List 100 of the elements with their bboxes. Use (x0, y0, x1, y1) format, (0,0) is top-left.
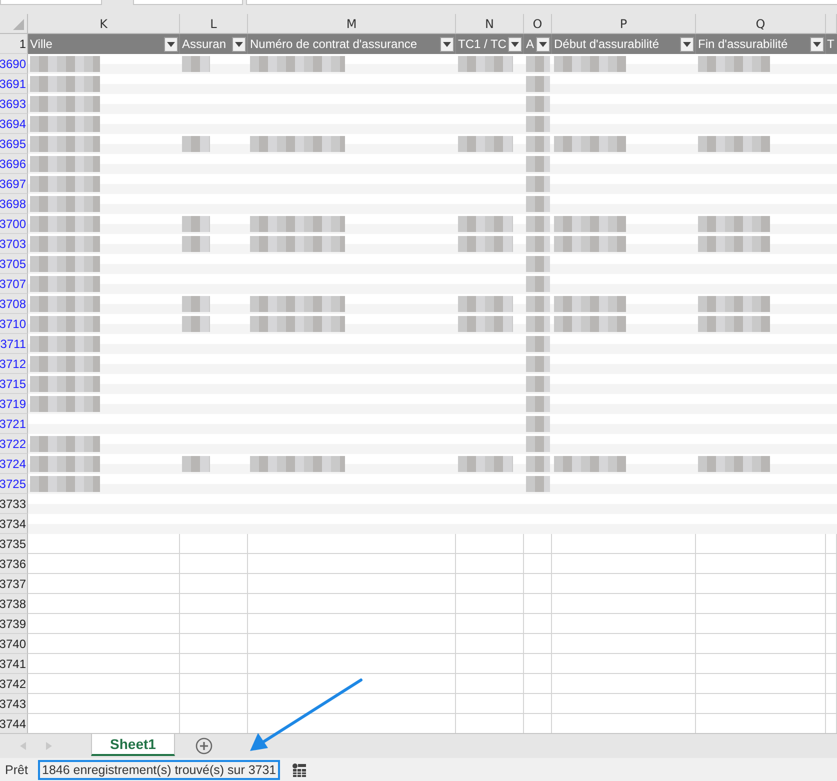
row-number[interactable]: 3700 (0, 214, 28, 234)
table-cell (180, 654, 248, 674)
row-number[interactable]: 3721 (0, 414, 28, 434)
table-cell (180, 614, 248, 634)
table-cell (524, 614, 552, 634)
caret-down-icon (813, 42, 821, 46)
filter-dropdown-button[interactable] (508, 36, 522, 52)
column-header-label: A (526, 37, 534, 51)
filter-dropdown-button[interactable] (232, 36, 246, 52)
table-cell (180, 554, 248, 574)
row-number[interactable]: 3734 (0, 514, 28, 534)
table-cell (456, 554, 524, 574)
row-number[interactable]: 3743 (0, 694, 28, 714)
row-number[interactable]: 3698 (0, 194, 28, 214)
column-header-label: Assuran (182, 37, 226, 51)
column-letter-header[interactable]: P (552, 14, 696, 33)
column-letter-header[interactable]: K (28, 14, 180, 33)
table-cell (456, 614, 524, 634)
column-letter-header[interactable]: O (524, 14, 552, 33)
row-number[interactable]: 3737 (0, 574, 28, 594)
column-header-label: T (827, 37, 834, 51)
column-letter-header[interactable]: L (180, 14, 248, 33)
table-cell (456, 534, 524, 554)
table-cell (524, 654, 552, 674)
row-number[interactable]: 3712 (0, 354, 28, 374)
row-number[interactable]: 3705 (0, 254, 28, 274)
status-mode: Prêt (5, 762, 29, 776)
filter-dropdown-button[interactable] (164, 36, 178, 52)
table-cell (524, 674, 552, 694)
table-cell (180, 674, 248, 694)
row-number[interactable]: 3703 (0, 234, 28, 254)
table-cell (826, 554, 837, 574)
table-cell (456, 674, 524, 694)
column-header-label: Début d'assurabilité (554, 37, 660, 51)
table-cell (826, 614, 837, 634)
row-number[interactable]: 3724 (0, 454, 28, 474)
row-number[interactable]: 3693 (0, 94, 28, 114)
row-number[interactable]: 3739 (0, 614, 28, 634)
table-cell (524, 634, 552, 654)
caret-down-icon (235, 42, 243, 46)
column-letter-header[interactable]: N (456, 14, 524, 33)
table-cell (826, 574, 837, 594)
caret-down-icon (683, 42, 691, 46)
row-number[interactable]: 3711 (0, 334, 28, 354)
add-sheet-icon[interactable] (195, 737, 213, 755)
table-cell (524, 534, 552, 554)
corner-triangle-icon (13, 19, 24, 30)
row-number[interactable]: 3742 (0, 674, 28, 694)
row-number[interactable]: 3722 (0, 434, 28, 454)
row-number[interactable]: 3735 (0, 534, 28, 554)
column-header-label: TC1 / TC (458, 37, 506, 51)
row-number[interactable]: 3696 (0, 154, 28, 174)
table-cell (180, 594, 248, 614)
caret-down-icon (539, 42, 547, 46)
row-number[interactable]: 3694 (0, 114, 28, 134)
toolbar-field[interactable] (133, 0, 243, 5)
row-number[interactable]: 1 (0, 34, 28, 54)
filter-dropdown-button[interactable] (680, 36, 694, 52)
table-cell (180, 574, 248, 594)
row-number[interactable]: 3690 (0, 54, 28, 74)
cell-mode-icon[interactable] (292, 762, 306, 776)
table-cell (456, 594, 524, 614)
row-number[interactable]: 3719 (0, 394, 28, 414)
row-number[interactable]: 3740 (0, 634, 28, 654)
table-cell (826, 634, 837, 654)
caret-down-icon (443, 42, 451, 46)
table-cell (456, 654, 524, 674)
row-number[interactable]: 3708 (0, 294, 28, 314)
row-number[interactable]: 3707 (0, 274, 28, 294)
filter-dropdown-button[interactable] (536, 36, 550, 52)
row-number[interactable]: 3736 (0, 554, 28, 574)
table-cell (826, 594, 837, 614)
row-number[interactable]: 3715 (0, 374, 28, 394)
table-cell (826, 654, 837, 674)
filter-dropdown-button[interactable] (440, 36, 454, 52)
table-cell (524, 554, 552, 574)
row-number[interactable]: 3691 (0, 74, 28, 94)
filter-dropdown-button[interactable] (810, 36, 824, 52)
column-header-label: Numéro de contrat d'assurance (250, 37, 418, 51)
table-cell (826, 694, 837, 714)
column-header-label: Fin d'assurabilité (698, 37, 788, 51)
row-number[interactable]: 3695 (0, 134, 28, 154)
row-number[interactable]: 3741 (0, 654, 28, 674)
table-cell (180, 694, 248, 714)
table-cell (826, 674, 837, 694)
table-cell (524, 694, 552, 714)
column-letter-header[interactable]: Q (696, 14, 826, 33)
status-message: 1846 enregistrement(s) trouvé(s) sur 3731 (38, 760, 280, 780)
caret-down-icon (511, 42, 519, 46)
table-cell (456, 694, 524, 714)
sheet-tab[interactable]: Sheet1 (91, 734, 175, 756)
table-cell (456, 634, 524, 654)
column-letter-header[interactable]: M (248, 14, 456, 33)
row-number[interactable]: 3744 (0, 714, 28, 733)
row-number[interactable]: 3697 (0, 174, 28, 194)
row-number[interactable]: 3733 (0, 494, 28, 514)
table-cell (524, 574, 552, 594)
row-number[interactable]: 3710 (0, 314, 28, 334)
row-number[interactable]: 3725 (0, 474, 28, 494)
row-number[interactable]: 3738 (0, 594, 28, 614)
